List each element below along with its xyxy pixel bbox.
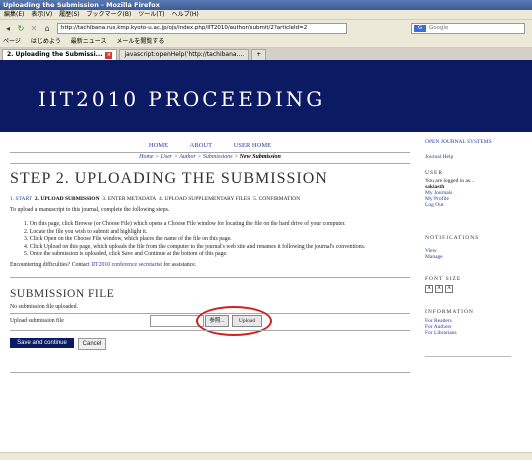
breadcrumb-submissions[interactable]: Submissions	[203, 154, 233, 160]
information-block: For Readers For Authors For Librarians	[425, 318, 457, 336]
back-icon[interactable]: ◂	[3, 23, 13, 33]
search-placeholder: Google	[429, 24, 449, 31]
step-metadata: 3. ENTER METADATA	[102, 196, 157, 202]
nav-about-link[interactable]: ABOUT	[190, 142, 212, 149]
help-suffix: for assistance.	[162, 262, 197, 268]
intro-text: To upload a manuscript to this journal, …	[10, 207, 170, 213]
information-heading: INFORMATION	[425, 309, 474, 315]
for-librarians-link[interactable]: For Librarians	[425, 330, 457, 336]
search-box[interactable]: G Google	[411, 22, 525, 34]
upload-label: Upload submission file	[10, 318, 64, 324]
bookmark-latest-news[interactable]: 最新ニュース	[71, 38, 107, 45]
font-size-heading: FONT SIZE	[425, 276, 462, 282]
window-title: Uploading the Submission - Mozilla Firef…	[0, 0, 532, 10]
menu-item-edit[interactable]: 編集(E)	[4, 11, 24, 18]
reload-icon[interactable]: ↻	[16, 23, 26, 33]
font-medium-button[interactable]: A	[435, 285, 443, 293]
font-size-controls: AAA	[425, 285, 455, 293]
browser-chrome: Uploading the Submission - Mozilla Firef…	[0, 0, 532, 61]
ojs-link[interactable]: OPEN JOURNAL SYSTEMS	[425, 139, 492, 145]
tab-uploading-submission[interactable]: 2. Uploading the Submissi... ×	[2, 49, 118, 60]
instruction-list: 1. On this page, click Browse (or Choose…	[24, 221, 365, 259]
help-text: Encountering difficulties? Contact IIT20…	[10, 262, 196, 268]
user-block: You are logged in as... sakiasth My Jour…	[425, 178, 525, 208]
user-heading: USER	[425, 170, 444, 176]
top-navigation: HOME ABOUT USER HOME	[10, 142, 410, 149]
step-upload-current: 2. UPLOAD SUBMISSION	[34, 196, 100, 202]
notifications-block: View Manage	[425, 248, 443, 260]
close-tab-icon[interactable]: ×	[105, 51, 113, 59]
divider	[10, 372, 410, 373]
bookmark-getting-started[interactable]: はじめよう	[31, 38, 61, 45]
journal-help-link[interactable]: Journal Help	[425, 154, 453, 160]
stop-icon[interactable]: ✕	[29, 23, 39, 33]
nav-user-home-link[interactable]: USER HOME	[234, 142, 271, 149]
navigation-toolbar: ◂ ↻ ✕ ⌂ http://tachibana.rus.kmp.kyoto-u…	[0, 20, 532, 36]
divider	[10, 152, 410, 153]
submission-steps: 1. START 2. UPLOAD SUBMISSION 3. ENTER M…	[10, 196, 300, 202]
menu-item-help[interactable]: ヘルプ(H)	[172, 11, 199, 18]
highlight-circle	[196, 306, 272, 336]
home-icon[interactable]: ⌂	[42, 23, 52, 33]
breadcrumb-home[interactable]: Home	[139, 154, 153, 160]
secretarist-link[interactable]: IIT2010 conference secretarist	[91, 262, 162, 268]
instruction-item: 4. Click Upload on this page, which uplo…	[24, 243, 366, 250]
notifications-manage-link[interactable]: Manage	[425, 254, 443, 260]
menu-item-view[interactable]: 表示(V)	[31, 11, 52, 18]
site-title: IIT2010 PROCEEDING	[38, 87, 326, 111]
instruction-item: 5. Once the submission is uploaded, clic…	[24, 251, 228, 257]
instruction-item: 2. Locate the file you wish to submit an…	[24, 228, 148, 235]
bookmarks-toolbar: ページ はじめよう 最新ニュース メールを閲覧する	[0, 36, 532, 48]
nav-home-link[interactable]: HOME	[149, 142, 168, 149]
page-title: STEP 2. UPLOADING THE SUBMISSION	[10, 170, 328, 187]
no-file-text: No submission file uploaded.	[10, 304, 78, 310]
divider	[10, 330, 410, 331]
notifications-heading: NOTIFICATIONS	[425, 235, 480, 241]
log-out-link[interactable]: Log Out	[425, 202, 525, 208]
step-confirmation: 5. CONFIRMATION	[253, 196, 301, 202]
help-prefix: Encountering difficulties? Contact	[10, 262, 92, 268]
cancel-button[interactable]: Cancel	[78, 338, 106, 350]
submission-file-heading: SUBMISSION FILE	[10, 288, 115, 300]
menu-bar: 編集(E) 表示(V) 履歴(S) ブックマーク(B) ツール(T) ヘルプ(H…	[0, 10, 532, 20]
font-small-button[interactable]: A	[425, 285, 433, 293]
step-supplementary: 4. UPLOAD SUPPLEMENTARY FILES	[159, 196, 251, 202]
menu-item-bookmarks[interactable]: ブックマーク(B)	[87, 11, 132, 18]
menu-item-tools[interactable]: ツール(T)	[138, 11, 164, 18]
bookmark-page[interactable]: ページ	[3, 38, 21, 45]
instruction-item: 1. On this page, click Browse (or Choose…	[24, 221, 346, 227]
tab-label: javascript:openHelp('http://tachibana...…	[124, 51, 245, 58]
breadcrumb: Home > User > Author > Submissions > New…	[139, 154, 281, 160]
google-icon: G	[414, 24, 426, 32]
breadcrumb-user[interactable]: User	[161, 154, 173, 160]
tab-label: 2. Uploading the Submissi...	[7, 51, 103, 58]
divider	[10, 163, 410, 164]
step-start-link[interactable]: 1. START	[10, 196, 32, 202]
tab-javascript-help[interactable]: javascript:openHelp('http://tachibana...…	[119, 49, 250, 60]
breadcrumb-author[interactable]: Author	[179, 154, 196, 160]
new-tab-button[interactable]: +	[251, 49, 267, 60]
url-bar[interactable]: http://tachibana.rus.kmp.kyoto-u.ac.jp/o…	[57, 22, 347, 34]
save-and-continue-button[interactable]: Save and continue	[10, 338, 74, 348]
divider	[425, 356, 511, 357]
font-large-button[interactable]: A	[445, 285, 453, 293]
divider	[10, 277, 410, 278]
bookmark-read-mail[interactable]: メールを閲覧する	[116, 38, 164, 45]
instruction-item: 3. Click Open on the Choose File window,…	[24, 236, 232, 242]
menu-item-history[interactable]: 履歴(S)	[59, 11, 80, 18]
site-header: IIT2010 PROCEEDING	[0, 60, 532, 132]
breadcrumb-current: New Submission	[239, 154, 281, 160]
